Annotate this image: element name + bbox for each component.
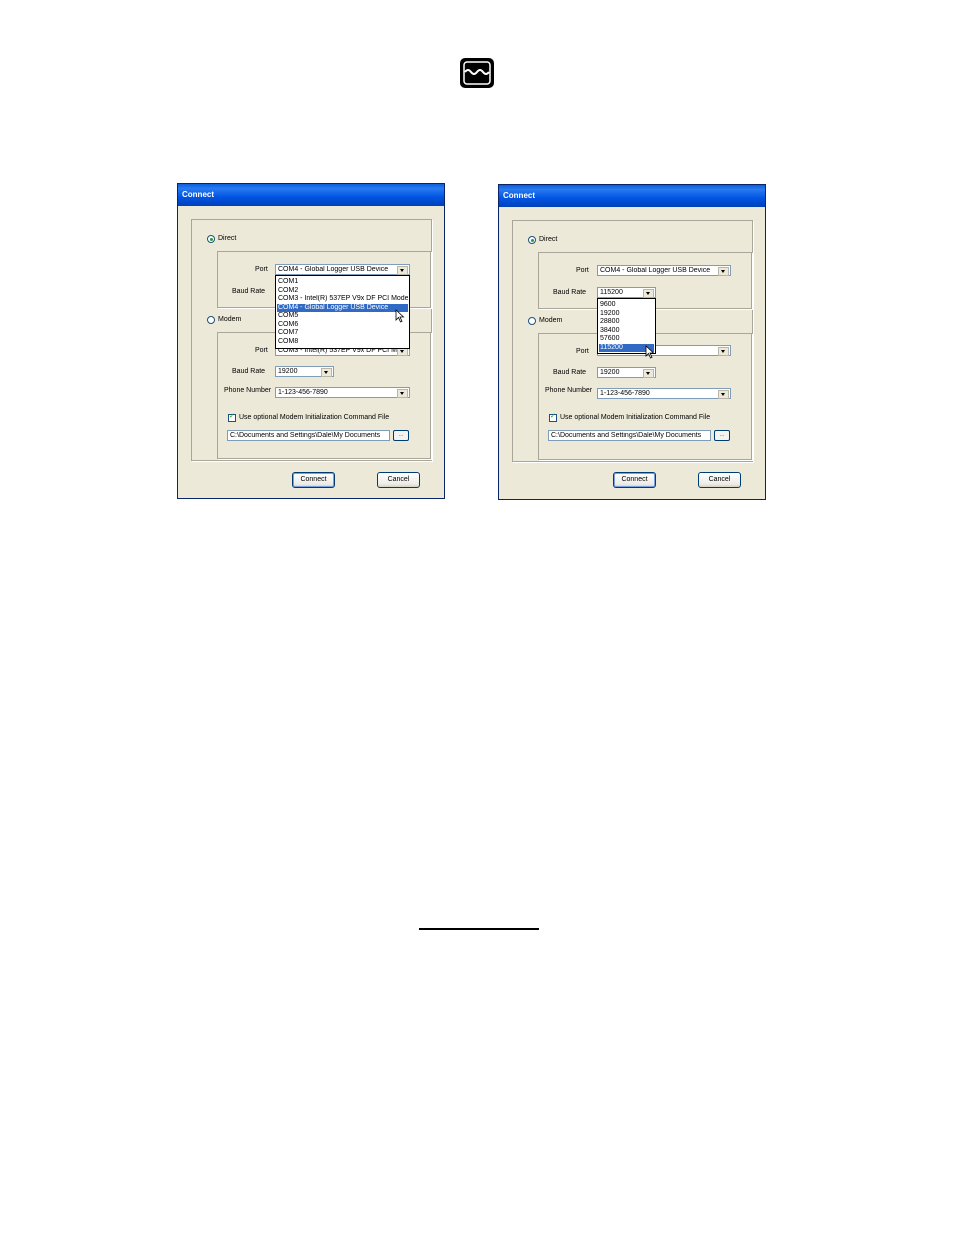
chevron-down-icon[interactable] bbox=[397, 266, 408, 275]
init-file-checkbox[interactable] bbox=[549, 412, 557, 422]
direct-baud-label: Baud Rate bbox=[553, 289, 587, 296]
direct-port-label: Port bbox=[576, 267, 589, 274]
direct-radio[interactable] bbox=[207, 235, 215, 243]
dialog-title: Connect bbox=[182, 190, 214, 199]
modem-baud-select[interactable]: 19200 bbox=[275, 366, 334, 377]
dialog-titlebar: Connect bbox=[178, 184, 444, 206]
dialog-title: Connect bbox=[503, 191, 535, 200]
chevron-down-icon[interactable] bbox=[397, 389, 408, 398]
modem-label: Modem bbox=[218, 316, 242, 323]
cancel-button[interactable]: Cancel bbox=[377, 472, 420, 488]
list-item[interactable]: 28800 bbox=[599, 318, 654, 327]
phone-label: Phone Number bbox=[545, 387, 593, 394]
chevron-down-icon[interactable] bbox=[643, 369, 654, 378]
direct-port-label: Port bbox=[255, 266, 268, 273]
chevron-down-icon[interactable] bbox=[718, 267, 729, 276]
direct-baud-label: Baud Rate bbox=[232, 288, 266, 295]
list-item[interactable]: 38400 bbox=[599, 327, 654, 336]
connect-dialog-baud-dropdown: Connect Direct Port COM4 - Global Logger… bbox=[498, 184, 766, 500]
chevron-down-icon[interactable] bbox=[321, 368, 332, 377]
modem-radio[interactable] bbox=[528, 317, 536, 325]
direct-label: Direct bbox=[539, 236, 558, 243]
modem-baud-select[interactable]: 19200 bbox=[597, 367, 656, 378]
dialog-titlebar: Connect bbox=[499, 185, 765, 207]
direct-label: Direct bbox=[218, 235, 237, 242]
list-item[interactable]: COM1 bbox=[277, 278, 408, 287]
list-item[interactable]: 57600 bbox=[599, 335, 654, 344]
list-item[interactable]: COM5 bbox=[277, 312, 408, 321]
connect-button[interactable]: Connect bbox=[613, 472, 656, 488]
mouse-pointer-icon bbox=[645, 345, 655, 359]
port-dropdown-list[interactable]: COM1 COM2 COM3 - Intel(R) 537EP V9x DF P… bbox=[275, 275, 410, 349]
chevron-down-icon[interactable] bbox=[718, 347, 729, 356]
list-item[interactable]: COM7 bbox=[277, 329, 408, 338]
browse-button[interactable]: ... bbox=[714, 430, 730, 441]
direct-port-select[interactable]: COM4 - Global Logger USB Device bbox=[597, 265, 731, 276]
modem-baud-label: Baud Rate bbox=[232, 368, 266, 375]
phone-number-select[interactable]: 1-123-456-7890 bbox=[275, 387, 410, 398]
chevron-down-icon[interactable] bbox=[718, 390, 729, 399]
modem-baud-label: Baud Rate bbox=[553, 369, 587, 376]
list-item[interactable]: COM2 bbox=[277, 287, 408, 296]
mouse-pointer-icon bbox=[395, 309, 405, 323]
connect-button[interactable]: Connect bbox=[292, 472, 335, 488]
phone-label: Phone Number bbox=[224, 387, 272, 394]
modem-radio[interactable] bbox=[207, 316, 215, 324]
browse-button[interactable]: ... bbox=[393, 430, 409, 441]
chevron-down-icon[interactable] bbox=[643, 289, 654, 298]
init-file-checkbox[interactable] bbox=[228, 412, 236, 422]
list-item[interactable]: COM3 - Intel(R) 537EP V9x DF PCI Mode bbox=[277, 295, 408, 304]
list-item[interactable]: 19200 bbox=[599, 310, 654, 319]
modem-port-label: Port bbox=[255, 347, 268, 354]
page-underline-rule bbox=[419, 928, 539, 930]
init-file-label: Use optional Modem Initialization Comman… bbox=[560, 414, 711, 421]
modem-label: Modem bbox=[539, 317, 563, 324]
direct-baud-select[interactable]: 115200 bbox=[597, 287, 656, 298]
list-item[interactable]: COM8 bbox=[277, 338, 408, 347]
cancel-button[interactable]: Cancel bbox=[698, 472, 741, 488]
list-item-selected[interactable]: COM4 - Global Logger USB Device bbox=[277, 303, 408, 312]
direct-radio[interactable] bbox=[528, 236, 536, 244]
modem-port-label: Port bbox=[576, 348, 589, 355]
init-file-label: Use optional Modem Initialization Comman… bbox=[239, 414, 390, 421]
phone-number-select[interactable]: 1-123-456-7890 bbox=[597, 388, 731, 399]
list-item[interactable]: 9600 bbox=[599, 301, 654, 310]
init-file-path-input[interactable]: C:\Documents and Settings\Dale\My Docume… bbox=[548, 430, 711, 441]
direct-port-select[interactable]: COM4 - Global Logger USB Device bbox=[275, 264, 410, 275]
connect-dialog-port-dropdown: Connect Direct Port COM4 - Global Logger… bbox=[177, 183, 445, 499]
init-file-path-input[interactable]: C:\Documents and Settings\Dale\My Docume… bbox=[227, 430, 390, 441]
water-wave-logo-icon bbox=[460, 58, 494, 88]
list-item[interactable]: COM6 bbox=[277, 321, 408, 330]
